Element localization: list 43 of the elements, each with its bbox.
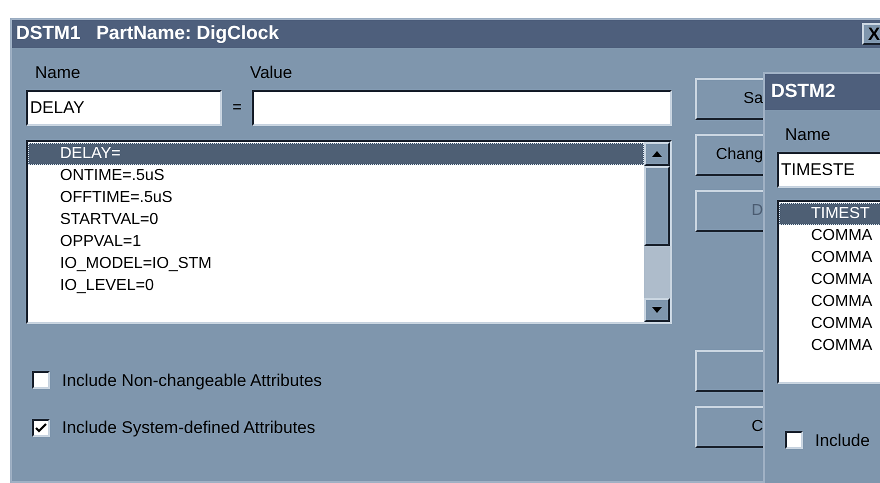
window-title: DSTM1 PartName: DigClock: [16, 22, 279, 46]
checkbox-label[interactable]: Include Non-changeable Attributes: [62, 368, 322, 393]
equals-sign: =: [231, 98, 243, 118]
name-label: Name: [34, 62, 82, 84]
scrollbar[interactable]: [644, 142, 670, 322]
scroll-down-button[interactable]: [644, 298, 670, 322]
scroll-up-button[interactable]: [644, 142, 670, 166]
attribute-item[interactable]: COMMA: [779, 246, 880, 268]
attribute-list[interactable]: TIMEST COMMA COMMA COMMA COMMA COMMA COMMA: [777, 200, 880, 384]
checkbox[interactable]: [785, 431, 803, 450]
down-arrow-icon: [652, 306, 662, 312]
dialog-button[interactable]: [695, 350, 765, 392]
attribute-item[interactable]: COMMA: [779, 334, 880, 356]
checkbox[interactable]: [32, 418, 50, 437]
name-label: Name: [784, 124, 832, 146]
up-arrow-icon: [652, 150, 662, 156]
value-field[interactable]: [252, 90, 672, 126]
dialog-button[interactable]: Sa: [695, 78, 765, 120]
value-label: Value: [250, 62, 292, 84]
attribute-item[interactable]: STARTVAL=0: [28, 208, 644, 230]
attribute-item[interactable]: DELAY=: [28, 142, 644, 164]
attribute-item[interactable]: IO_LEVEL=0: [28, 274, 644, 296]
dialog-button[interactable]: Chang: [695, 134, 765, 176]
window-title: DSTM2: [771, 80, 836, 104]
dialog-button[interactable]: C: [695, 406, 765, 448]
attribute-list[interactable]: DELAY= ONTIME=.5uS OFFTIME=.5uS STARTVAL=0 OPPVAL=1 IO_MODEL=IO_STM IO_LEVEL=0: [26, 140, 672, 324]
attribute-item[interactable]: OFFTIME=.5uS: [28, 186, 644, 208]
attribute-item[interactable]: COMMA: [779, 312, 880, 334]
name-field[interactable]: TIMESTE: [777, 152, 880, 188]
checkbox-label[interactable]: Include: [815, 428, 870, 453]
attribute-item[interactable]: TIMEST: [779, 202, 880, 224]
close-button[interactable]: X: [862, 23, 880, 45]
attribute-item[interactable]: IO_MODEL=IO_STM: [28, 252, 644, 274]
attribute-item[interactable]: COMMA: [779, 268, 880, 290]
attribute-item[interactable]: COMMA: [779, 290, 880, 312]
name-field[interactable]: DELAY: [26, 90, 222, 126]
checkbox-label[interactable]: Include System-defined Attributes: [62, 415, 316, 440]
attribute-item[interactable]: COMMA: [779, 224, 880, 246]
attribute-item[interactable]: ONTIME=.5uS: [28, 164, 644, 186]
scroll-thumb[interactable]: [644, 166, 670, 246]
checkmark-icon: [35, 422, 47, 433]
attribute-item[interactable]: OPPVAL=1: [28, 230, 644, 252]
checkbox[interactable]: [32, 371, 50, 390]
